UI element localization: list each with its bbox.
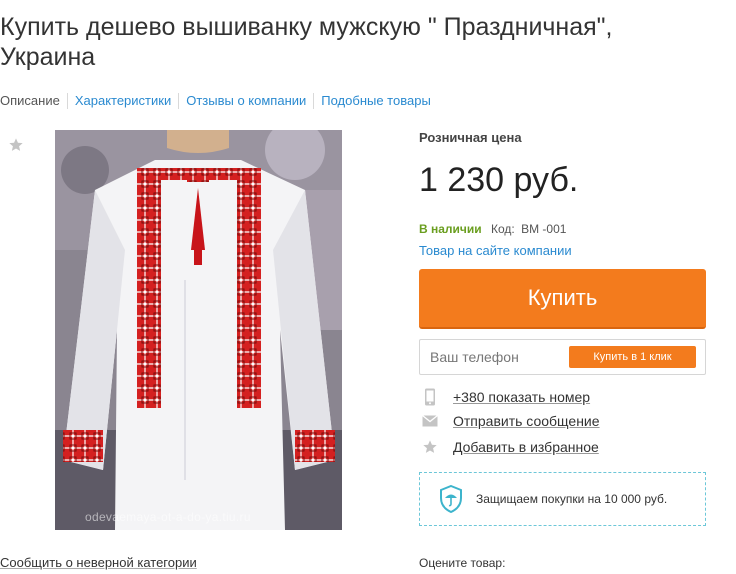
protection-text: Защищаем покупки на 10 000 руб. [476, 492, 668, 506]
envelope-icon [419, 412, 441, 430]
one-click-order-form: Купить в 1 клик [419, 339, 706, 375]
tab-description[interactable]: Описание [0, 93, 67, 109]
price-value: 1 230 руб. [419, 161, 579, 199]
show-phone-action[interactable]: +380 показать номер [419, 387, 590, 407]
tab-company-reviews[interactable]: Отзывы о компании [178, 93, 313, 109]
show-phone-link[interactable]: +380 показать номер [453, 389, 590, 405]
phone-input[interactable] [420, 340, 570, 374]
product-tabs: Описание Характеристики Отзывы о компани… [0, 93, 438, 109]
one-click-buy-button[interactable]: Купить в 1 клик [569, 346, 696, 368]
add-to-favorites-link[interactable]: Добавить в избранное [453, 439, 599, 455]
product-photo[interactable]: odevaemaya-ot-a-do-ya.tiu.ru [55, 130, 342, 530]
add-to-favorites-action[interactable]: Добавить в избранное [419, 437, 599, 457]
product-code-value: BM -001 [521, 222, 567, 236]
tab-characteristics[interactable]: Характеристики [66, 93, 178, 109]
page-title: Купить дешево вышиванку мужскую " Праздн… [0, 13, 613, 71]
send-message-link[interactable]: Отправить сообщение [453, 413, 600, 429]
buy-button[interactable]: Купить [419, 269, 706, 329]
tab-similar-products[interactable]: Подобные товары [313, 93, 438, 109]
rate-product-label: Оцените товар: [419, 556, 506, 570]
product-code-label: Код: [491, 222, 515, 236]
star-icon[interactable] [8, 137, 24, 153]
report-category-link[interactable]: Сообщить о неверной категории [0, 555, 197, 570]
stock-row: В наличии Код: BM -001 [419, 222, 566, 236]
buyer-protection-banner[interactable]: Защищаем покупки на 10 000 руб. [419, 472, 706, 526]
phone-icon [419, 388, 441, 406]
umbrella-shield-icon [439, 484, 463, 514]
star-icon [419, 438, 441, 456]
photo-watermark: odevaemaya-ot-a-do-ya.tiu.ru [85, 510, 251, 524]
send-message-action[interactable]: Отправить сообщение [419, 411, 600, 431]
price-label: Розничная цена [419, 130, 522, 145]
availability-status: В наличии [419, 222, 482, 236]
company-site-link[interactable]: Товар на сайте компании [419, 243, 572, 258]
